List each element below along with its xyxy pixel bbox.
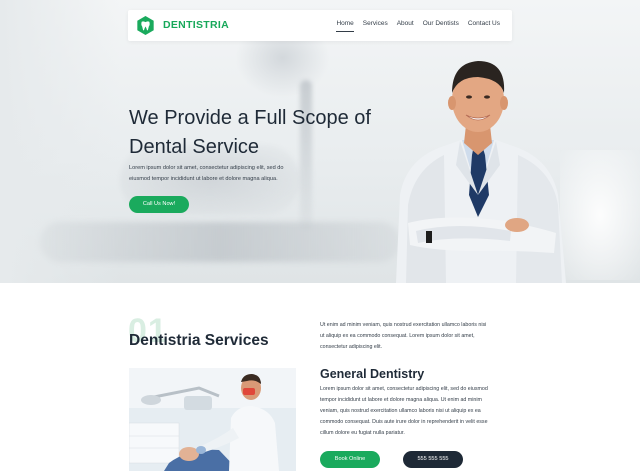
services-intro-line: ut aliquip ex ea commodo consequat. Lore… xyxy=(320,333,475,339)
dentist-treatment-photo xyxy=(129,368,296,471)
hero-title-line-1: We Provide a Full Scope of xyxy=(129,107,371,129)
services-intro-line: Ut enim ad minim veniam, quis nostrud ex… xyxy=(320,322,487,328)
call-us-button[interactable]: Call Us Now! xyxy=(129,196,189,213)
general-dentistry-line: tempor incididunt ut labore et dolore ma… xyxy=(320,397,482,403)
nav-item-our-dentists[interactable]: Our Dentists xyxy=(423,20,459,27)
hero-title: We Provide a Full Scope of Dental Servic… xyxy=(129,104,389,162)
hero-title-line-2: Dental Service xyxy=(129,136,260,158)
general-dentistry-title: General Dentistry xyxy=(320,367,425,381)
services-intro: Ut enim ad minim veniam, quis nostrud ex… xyxy=(320,320,512,353)
general-dentistry-line: Lorem ipsum dolor sit amet, consectetur … xyxy=(320,386,488,392)
nav-item-home[interactable]: Home xyxy=(336,20,355,32)
background-dental-chair xyxy=(40,222,400,262)
services-title: Dentistria Services xyxy=(129,332,269,349)
nav-item-contact-us[interactable]: Contact Us xyxy=(468,20,500,27)
background-blur-right xyxy=(560,150,640,280)
general-dentistry-line: commodo consequat. Duis aute irure dolor… xyxy=(320,419,488,425)
hero-description: Lorem ipsum dolor sit amet, consectetur … xyxy=(129,163,309,185)
doctor-image xyxy=(396,61,566,283)
phone-button[interactable]: 555 555 555 xyxy=(403,451,463,468)
hero-desc-line-2: eiusmod tempor incididunt ut labore et d… xyxy=(129,176,278,182)
general-dentistry-line: veniam, quis nostrud exercitation ullamc… xyxy=(320,408,481,414)
hero-desc-line-1: Lorem ipsum dolor sit amet, consectetur … xyxy=(129,165,284,171)
brand-name[interactable]: DENTISTRIA xyxy=(163,19,229,31)
book-online-button[interactable]: Book Online xyxy=(320,451,380,468)
tooth-hexagon-icon[interactable] xyxy=(136,16,155,35)
navbar: DENTISTRIA Home Services About Our Denti… xyxy=(128,10,512,41)
nav-item-services[interactable]: Services xyxy=(363,20,388,27)
main-nav: Home Services About Our Dentists Contact… xyxy=(336,20,500,32)
general-dentistry-line: cillum dolore eu fugiat nulla pariatur. xyxy=(320,430,405,436)
services-intro-line: consectetur adipiscing elit. xyxy=(320,344,383,350)
general-dentistry-description: Lorem ipsum dolor sit amet, consectetur … xyxy=(320,384,512,439)
nav-item-about[interactable]: About xyxy=(397,20,414,27)
